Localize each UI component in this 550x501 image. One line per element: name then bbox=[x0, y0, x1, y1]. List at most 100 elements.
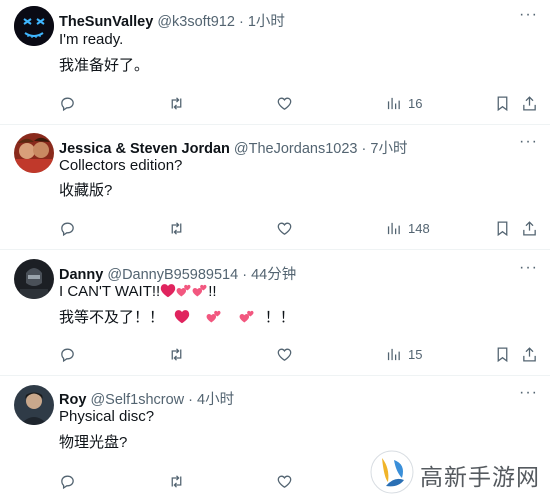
separator: · bbox=[188, 392, 194, 408]
reply-icon bbox=[61, 348, 74, 362]
views-count: 15 bbox=[408, 346, 423, 362]
tweet-text-segment: I CAN'T WAIT!! bbox=[59, 283, 161, 300]
watermark-text: 高新手游网 bbox=[420, 465, 540, 491]
views-button[interactable]: 16 bbox=[385, 92, 422, 114]
views-icon bbox=[387, 348, 400, 360]
mask-avatar-icon bbox=[14, 6, 54, 46]
helmet-avatar-icon bbox=[14, 259, 54, 299]
two-hearts-icon bbox=[206, 310, 221, 323]
tweet-header: Danny @DannyB95989514 · 44分钟 bbox=[59, 263, 510, 284]
tweet-header: Jessica & Steven Jordan @TheJordans1023 … bbox=[59, 137, 510, 158]
retweet-icon bbox=[171, 221, 182, 235]
tweet-text-line: Physical disc? bbox=[59, 408, 155, 425]
action-bar: 15 bbox=[59, 343, 538, 365]
bookmark-button[interactable] bbox=[494, 92, 511, 114]
share-button[interactable] bbox=[521, 343, 538, 365]
views-button[interactable]: 148 bbox=[385, 217, 430, 239]
avatar[interactable] bbox=[14, 6, 54, 46]
bookmark-icon bbox=[497, 220, 508, 236]
like-icon bbox=[277, 475, 292, 488]
like-button[interactable] bbox=[276, 343, 293, 365]
views-button[interactable]: 15 bbox=[385, 343, 422, 365]
tweet-3[interactable]: Danny @DannyB95989514 · 44分钟 ··· I CAN'T… bbox=[0, 250, 550, 376]
separator: · bbox=[242, 267, 248, 283]
tweet-text-segment: 我等不及了！！ bbox=[59, 309, 165, 326]
display-name[interactable]: Jessica & Steven Jordan bbox=[59, 141, 230, 157]
tweet-1[interactable]: TheSunValley @k3soft912 · 1小时 ··· I'm re… bbox=[0, 0, 550, 125]
two-hearts-icon bbox=[239, 310, 254, 323]
more-dots-icon[interactable]: ··· bbox=[519, 133, 538, 151]
action-bar: 16 bbox=[59, 92, 538, 114]
share-icon bbox=[523, 346, 536, 362]
bookmark-button[interactable] bbox=[494, 217, 511, 239]
red-heart-icon bbox=[161, 284, 176, 298]
handle[interactable]: @TheJordans1023 bbox=[234, 141, 358, 157]
tweet-text-line: Collectors edition? bbox=[59, 157, 183, 174]
avatar[interactable] bbox=[14, 259, 54, 299]
couple-photo-avatar-icon bbox=[14, 133, 54, 173]
tweet-text-line: 收藏版? bbox=[59, 182, 113, 199]
share-button[interactable] bbox=[521, 217, 538, 239]
like-button[interactable] bbox=[276, 470, 293, 492]
reply-icon bbox=[61, 222, 74, 236]
share-icon bbox=[523, 220, 536, 236]
retweet-button[interactable] bbox=[168, 92, 185, 114]
share-button[interactable] bbox=[521, 92, 538, 114]
two-hearts-icon bbox=[192, 284, 207, 297]
like-button[interactable] bbox=[276, 92, 293, 114]
separator: · bbox=[238, 14, 244, 30]
handle[interactable]: @k3soft912 bbox=[157, 14, 235, 30]
tweet-header: TheSunValley @k3soft912 · 1小时 bbox=[59, 10, 510, 31]
display-name[interactable]: TheSunValley bbox=[59, 14, 153, 30]
site-watermark: 高新手游网 bbox=[368, 448, 546, 496]
timestamp[interactable]: 4小时 bbox=[197, 392, 234, 408]
bookmark-icon bbox=[497, 346, 508, 362]
display-name[interactable]: Danny bbox=[59, 267, 103, 283]
retweet-button[interactable] bbox=[168, 470, 185, 492]
views-icon bbox=[387, 97, 400, 109]
tweet-text-segment: ！！ bbox=[264, 309, 295, 326]
bookmark-icon bbox=[497, 95, 508, 111]
red-heart-icon bbox=[175, 310, 190, 324]
bookmark-button[interactable] bbox=[494, 343, 511, 365]
action-bar: 148 bbox=[59, 217, 538, 239]
tweet-text-line: 我等不及了！！ ！！ bbox=[59, 308, 295, 328]
like-button[interactable] bbox=[276, 217, 293, 239]
tweet-text-line: 我准备好了。 bbox=[59, 57, 150, 74]
like-icon bbox=[277, 348, 292, 361]
timestamp[interactable]: 7小时 bbox=[370, 141, 407, 157]
more-dots-icon[interactable]: ··· bbox=[519, 384, 538, 402]
tweet-text-segment: !! bbox=[208, 283, 217, 300]
timestamp[interactable]: 44分钟 bbox=[251, 267, 296, 283]
avatar[interactable] bbox=[14, 385, 54, 425]
views-count: 148 bbox=[408, 220, 430, 236]
tweet-2[interactable]: Jessica & Steven Jordan @TheJordans1023 … bbox=[0, 125, 550, 250]
views-icon bbox=[387, 222, 400, 234]
tweet-header: Roy @Self1shcrow · 4小时 bbox=[59, 388, 510, 409]
avatar[interactable] bbox=[14, 133, 54, 173]
retweet-button[interactable] bbox=[168, 217, 185, 239]
retweet-button[interactable] bbox=[168, 343, 185, 365]
person-avatar-icon bbox=[14, 385, 54, 425]
handle[interactable]: @Self1shcrow bbox=[90, 392, 184, 408]
share-icon bbox=[523, 95, 536, 111]
display-name[interactable]: Roy bbox=[59, 392, 86, 408]
tweet-text-line: I CAN'T WAIT!!!! bbox=[59, 282, 217, 302]
like-icon bbox=[277, 222, 292, 235]
handle[interactable]: @DannyB95989514 bbox=[107, 267, 238, 283]
more-dots-icon[interactable]: ··· bbox=[519, 259, 538, 277]
tweet-text-line: 物理光盘? bbox=[59, 434, 128, 451]
separator: · bbox=[361, 141, 367, 157]
retweet-icon bbox=[171, 347, 182, 361]
reply-button[interactable] bbox=[59, 92, 76, 114]
views-count: 16 bbox=[408, 95, 423, 111]
like-icon bbox=[277, 97, 292, 110]
reply-button[interactable] bbox=[59, 470, 76, 492]
timestamp[interactable]: 1小时 bbox=[248, 14, 285, 30]
reply-icon bbox=[61, 97, 74, 111]
tweet-text-line: I'm ready. bbox=[59, 31, 124, 48]
more-dots-icon[interactable]: ··· bbox=[519, 6, 538, 24]
reply-button[interactable] bbox=[59, 217, 76, 239]
retweet-icon bbox=[171, 474, 182, 488]
reply-button[interactable] bbox=[59, 343, 76, 365]
